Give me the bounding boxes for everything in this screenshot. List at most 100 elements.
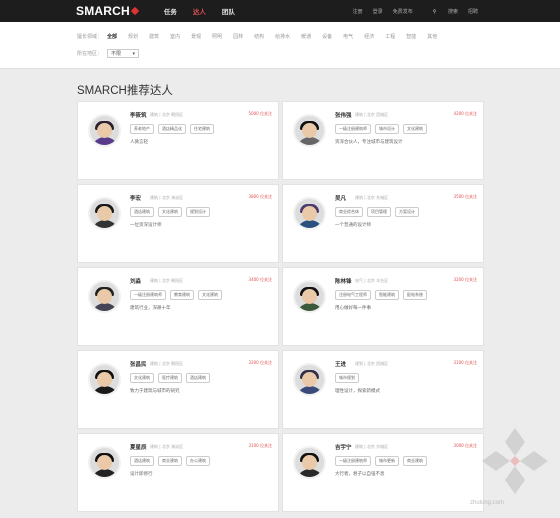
tag-list: 一级注册建筑师 城市更新 商业建筑 [335, 456, 431, 466]
avatar[interactable] [88, 114, 121, 147]
filter-option[interactable]: 电气 [343, 33, 353, 40]
skill-tag[interactable]: 医疗建筑 [158, 373, 182, 383]
jobs-link[interactable]: 招聘 [468, 8, 478, 15]
filter-option[interactable]: 智能 [406, 33, 416, 40]
skill-tag[interactable]: 智能建筑 [375, 290, 399, 300]
skill-tag[interactable]: 商业综合体 [335, 207, 363, 217]
expert-name[interactable]: 李筱筑 [130, 111, 147, 119]
skill-tag[interactable]: 规划设计 [186, 207, 210, 217]
expert-card[interactable]: 吴凡 建筑 | 北京 东城区 3500 位关注 商业综合体 项目管理 方案设计 一个普通的设… [282, 184, 484, 263]
skill-tag[interactable]: 城市规划 [335, 373, 359, 383]
filter-option[interactable]: 规划 [128, 33, 138, 40]
filter-option[interactable]: 园林 [233, 33, 243, 40]
filter-option[interactable]: 结构 [254, 33, 264, 40]
follower-count: 3100 位关注 [248, 443, 272, 448]
expert-card[interactable]: 李筱筑 建筑 | 北京 朝阳区 5000 位关注 养老地产 酒店精品化 住宅建筑 人微言轻 [77, 101, 279, 180]
expert-name[interactable]: 陈林锋 [335, 277, 352, 285]
expert-card[interactable]: 夏星辰 建筑 | 北京 海淀区 3100 位关注 酒店建筑 商业建筑 办公建筑 设计即修行 [77, 433, 279, 512]
login-link[interactable]: 登录 [373, 8, 383, 15]
skill-tag[interactable]: 文化建筑 [198, 290, 222, 300]
user-links: 注册 登录 免费发布 ⚲ 搜索 招聘 [343, 0, 478, 22]
avatar[interactable] [293, 446, 326, 479]
skill-tag[interactable]: 文化建筑 [130, 373, 154, 383]
filter-option[interactable]: 照明 [212, 33, 222, 40]
skill-tag[interactable]: 城市更新 [375, 456, 399, 466]
skill-tag[interactable]: 文化建筑 [158, 207, 182, 217]
expert-description: 资深合伙人，专注城市与建筑设计 [335, 140, 403, 145]
expert-card[interactable]: 张昌民 建筑 | 北京 朝阳区 3200 位关注 文化建筑 医疗建筑 酒店建筑 致力于建筑与… [77, 350, 279, 429]
avatar-body [90, 137, 119, 145]
filter-option[interactable]: 暖通 [301, 33, 311, 40]
skill-tag[interactable]: 商业建筑 [403, 456, 427, 466]
expert-name[interactable]: 吉宇宁 [335, 443, 352, 451]
skill-tag[interactable]: 一级注册建筑师 [335, 124, 371, 134]
skill-tag[interactable]: 办公建筑 [186, 456, 210, 466]
filter-option[interactable]: 设备 [322, 33, 332, 40]
skill-tag[interactable]: 项目管理 [367, 207, 391, 217]
avatar[interactable] [293, 280, 326, 313]
avatar[interactable] [88, 446, 121, 479]
filter-option[interactable]: 建筑 [149, 33, 159, 40]
nav-item-teams[interactable]: 团队 [222, 6, 235, 16]
skill-tag[interactable]: 一级注册建筑师 [335, 456, 371, 466]
avatar[interactable] [88, 280, 121, 313]
site-logo[interactable]: SMARCH [76, 4, 140, 18]
avatar[interactable] [88, 363, 121, 396]
expert-card[interactable]: 刘淼 建筑 | 北京 朝阳区 3400 位关注 一级注册建筑师 教育建筑 文化建筑 建筑行业… [77, 267, 279, 346]
filter-option[interactable]: 其他 [427, 33, 437, 40]
nav-item-experts[interactable]: 达人 [193, 6, 206, 16]
expert-name[interactable]: 王进 [335, 360, 346, 368]
filter-option[interactable]: 给排水 [275, 33, 290, 40]
skill-tag[interactable]: 方案设计 [395, 207, 419, 217]
avatar-head [302, 206, 317, 221]
skill-tag[interactable]: 酒店精品化 [158, 124, 186, 134]
expert-name[interactable]: 夏星辰 [130, 443, 147, 451]
filter-option[interactable]: 全部 [107, 33, 117, 40]
skill-tag[interactable]: 住宅建筑 [190, 124, 214, 134]
follower-count: 3200 位关注 [453, 277, 477, 282]
skill-tag[interactable]: 一级注册建筑师 [130, 290, 166, 300]
skill-tag[interactable]: 注册电气工程师 [335, 290, 371, 300]
expert-card[interactable]: 王进 规划 | 北京 西城区 3100 位关注 城市规划 理性设计，探索新模式 [282, 350, 484, 429]
avatar[interactable] [293, 363, 326, 396]
expert-meta: 建筑 | 北京 西城区 [355, 112, 389, 117]
search-link[interactable]: ⚲ 搜索 [423, 8, 458, 15]
expert-card[interactable]: 李宏 建筑 | 北京 海淀区 3800 位关注 酒店建筑 文化建筑 规划设计 一位资深设计师 [77, 184, 279, 263]
register-link[interactable]: 注册 [353, 8, 363, 15]
filter-option[interactable]: 经济 [364, 33, 374, 40]
expert-name[interactable]: 刘淼 [130, 277, 141, 285]
avatar-head [97, 455, 112, 470]
avatar[interactable] [88, 197, 121, 230]
skill-tag[interactable]: 文化建筑 [403, 124, 427, 134]
expert-name[interactable]: 李宏 [130, 194, 141, 202]
filter-option[interactable]: 工程 [385, 33, 395, 40]
skill-tag[interactable]: 酒店建筑 [186, 373, 210, 383]
expert-name[interactable]: 张伟强 [335, 111, 352, 119]
avatar-head [302, 289, 317, 304]
nav-item-tasks[interactable]: 任务 [164, 6, 177, 16]
avatar-head [302, 455, 317, 470]
skill-tag[interactable]: 养老地产 [130, 124, 154, 134]
avatar[interactable] [293, 197, 326, 230]
skill-tag[interactable]: 教育建筑 [170, 290, 194, 300]
tag-list: 酒店建筑 商业建筑 办公建筑 [130, 456, 214, 466]
watermark-logo [482, 428, 548, 494]
expert-meta: 电气 | 北京 丰台区 [355, 278, 389, 283]
skill-tag[interactable]: 城市设计 [375, 124, 399, 134]
publish-link[interactable]: 免费发布 [393, 8, 413, 15]
filter-option[interactable]: 室内 [170, 33, 180, 40]
tag-list: 一级注册建筑师 城市设计 文化建筑 [335, 124, 431, 134]
expert-name[interactable]: 吴凡 [335, 194, 346, 202]
expert-card[interactable]: 吉宇宁 建筑 | 北京 东城区 3000 位关注 一级注册建筑师 城市更新 商业建筑 大行者… [282, 433, 484, 512]
filter-row-region: 所在地区： 不限 ▾ [77, 49, 139, 58]
region-select[interactable]: 不限 ▾ [107, 49, 139, 58]
skill-tag[interactable]: 酒店建筑 [130, 456, 154, 466]
expert-name[interactable]: 张昌民 [130, 360, 147, 368]
expert-card[interactable]: 张伟强 建筑 | 北京 西城区 4200 位关注 一级注册建筑师 城市设计 文化建筑 资深合… [282, 101, 484, 180]
skill-tag[interactable]: 酒店建筑 [130, 207, 154, 217]
expert-card[interactable]: 陈林锋 电气 | 北京 丰台区 3200 位关注 注册电气工程师 智能建筑 配电系统 用心做… [282, 267, 484, 346]
skill-tag[interactable]: 商业建筑 [158, 456, 182, 466]
avatar[interactable] [293, 114, 326, 147]
skill-tag[interactable]: 配电系统 [403, 290, 427, 300]
filter-option[interactable]: 景观 [191, 33, 201, 40]
